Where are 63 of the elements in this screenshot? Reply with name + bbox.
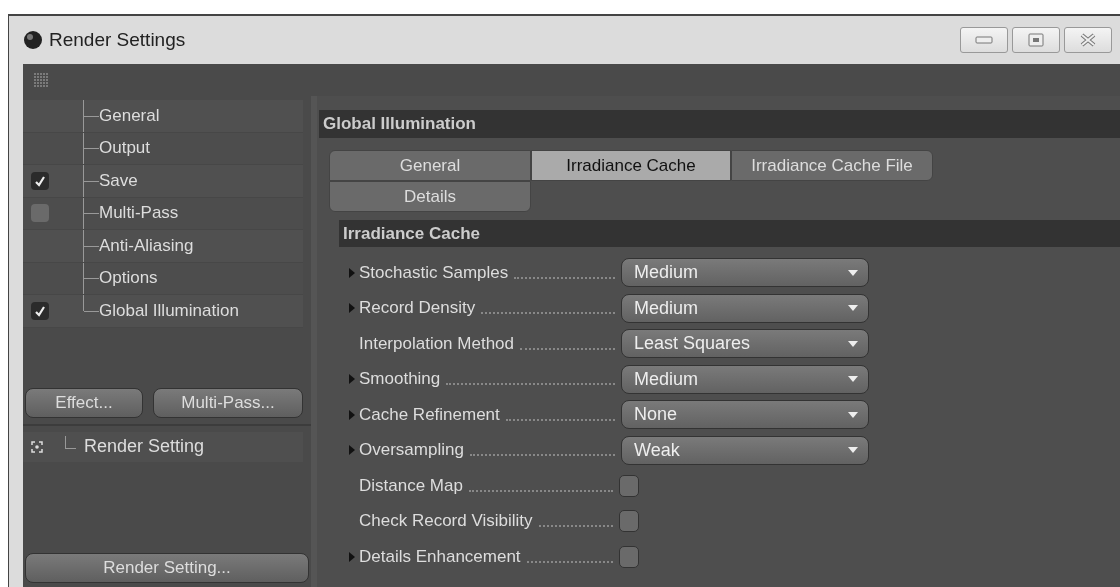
checkbox[interactable] xyxy=(31,171,49,190)
close-icon xyxy=(1079,33,1097,47)
checkbox[interactable] xyxy=(31,204,49,223)
setting-label: Cache Refinement xyxy=(359,404,500,425)
maximize-icon xyxy=(1028,33,1044,47)
checkbox[interactable] xyxy=(619,545,639,568)
expand-arrow-icon[interactable] xyxy=(349,409,355,420)
expand-arrow-icon[interactable] xyxy=(349,303,355,314)
sphere-icon xyxy=(23,30,43,50)
window-title: Render Settings xyxy=(49,29,186,51)
minimize-button[interactable] xyxy=(960,27,1008,53)
checkbox[interactable] xyxy=(31,301,49,320)
tree-item[interactable]: Save xyxy=(99,170,138,191)
tab[interactable]: Irradiance Cache File xyxy=(731,150,933,181)
setting-label: Stochastic Samples xyxy=(359,262,509,283)
tree-line xyxy=(83,230,99,262)
tab[interactable]: Details xyxy=(329,181,531,212)
tree-item[interactable]: Output xyxy=(99,138,151,159)
render-setting-button[interactable]: Render Setting... xyxy=(25,553,309,583)
dropdown[interactable]: Medium xyxy=(621,258,869,288)
minimize-icon xyxy=(975,36,993,44)
tree-item[interactable]: Options xyxy=(99,268,158,289)
dropdown-arrow-icon xyxy=(848,447,858,454)
setting-label: Distance Map xyxy=(359,475,463,496)
dropdown-arrow-icon xyxy=(848,376,858,383)
setting-label: Check Record Visibility xyxy=(359,511,533,532)
expand-arrow-icon[interactable] xyxy=(349,267,355,278)
tree-line xyxy=(83,132,99,164)
tree-line xyxy=(83,165,99,197)
tree-line xyxy=(65,436,76,449)
expand-arrow-icon[interactable] xyxy=(349,374,355,385)
dropdown[interactable]: Least Squares xyxy=(621,329,869,359)
target-icon xyxy=(31,440,43,453)
tree-item[interactable]: General xyxy=(99,105,160,126)
dropdown-arrow-icon xyxy=(848,269,858,276)
section-title: Global Illumination xyxy=(319,110,1120,138)
dropdown-arrow-icon xyxy=(848,340,858,347)
dropdown-arrow-icon xyxy=(848,411,858,418)
dropdown[interactable]: None xyxy=(621,400,869,430)
expand-arrow-icon[interactable] xyxy=(349,445,355,456)
tree-item[interactable]: Multi-Pass xyxy=(99,203,179,224)
maximize-button[interactable] xyxy=(1012,27,1060,53)
checkbox[interactable] xyxy=(619,474,639,497)
setting-label: Record Density xyxy=(359,298,476,319)
setting-label: Interpolation Method xyxy=(359,333,514,354)
group-title: Irradiance Cache xyxy=(339,220,1120,247)
dropdown[interactable]: Weak xyxy=(621,435,869,465)
panel-button[interactable]: Multi-Pass... xyxy=(153,387,303,418)
dropdown[interactable]: Medium xyxy=(621,364,869,394)
tree-line xyxy=(83,100,99,132)
dropdown[interactable]: Medium xyxy=(621,293,869,323)
close-button[interactable] xyxy=(1064,27,1112,53)
tree-line xyxy=(83,197,99,229)
setting-label: Oversampling xyxy=(359,440,464,461)
panel-button[interactable]: Effect... xyxy=(25,387,143,418)
checkbox[interactable] xyxy=(619,510,639,533)
setting-label: Smoothing xyxy=(359,369,441,390)
grip-icon[interactable] xyxy=(33,72,49,88)
dropdown-arrow-icon xyxy=(848,305,858,312)
setting-label: Details Enhancement xyxy=(359,546,521,567)
expand-arrow-icon[interactable] xyxy=(349,551,355,562)
tab[interactable]: Irradiance Cache xyxy=(531,150,731,181)
tab[interactable]: General xyxy=(329,150,531,181)
